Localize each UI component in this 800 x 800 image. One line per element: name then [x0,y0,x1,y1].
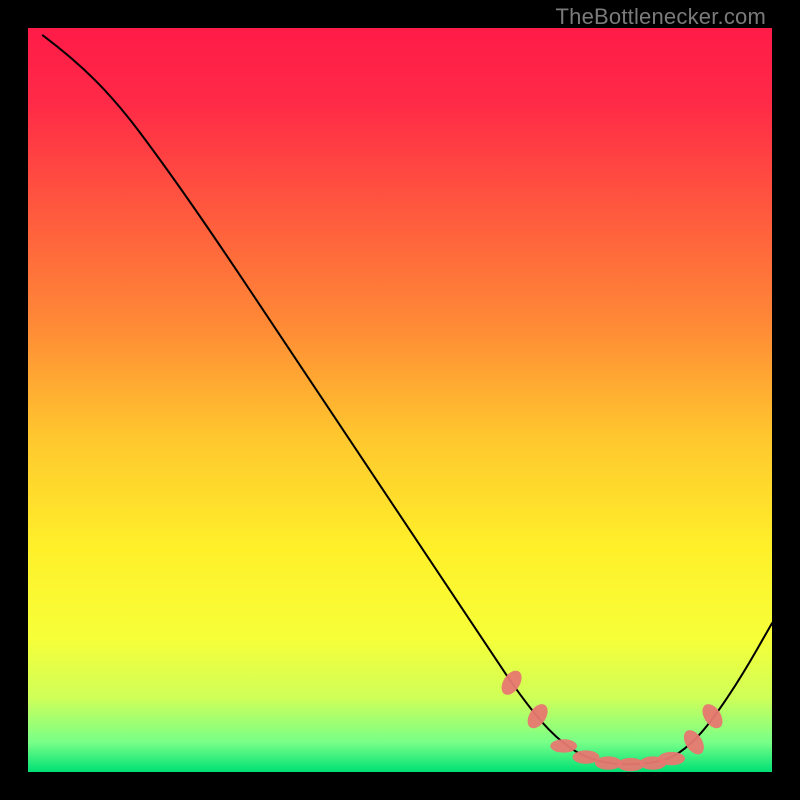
gradient-background [28,28,772,772]
curve-marker [658,752,685,765]
watermark-text: TheBottlenecker.com [556,4,766,30]
chart-frame: TheBottlenecker.com [0,0,800,800]
curve-marker [550,739,577,752]
plot-area [28,28,772,772]
chart-svg [28,28,772,772]
